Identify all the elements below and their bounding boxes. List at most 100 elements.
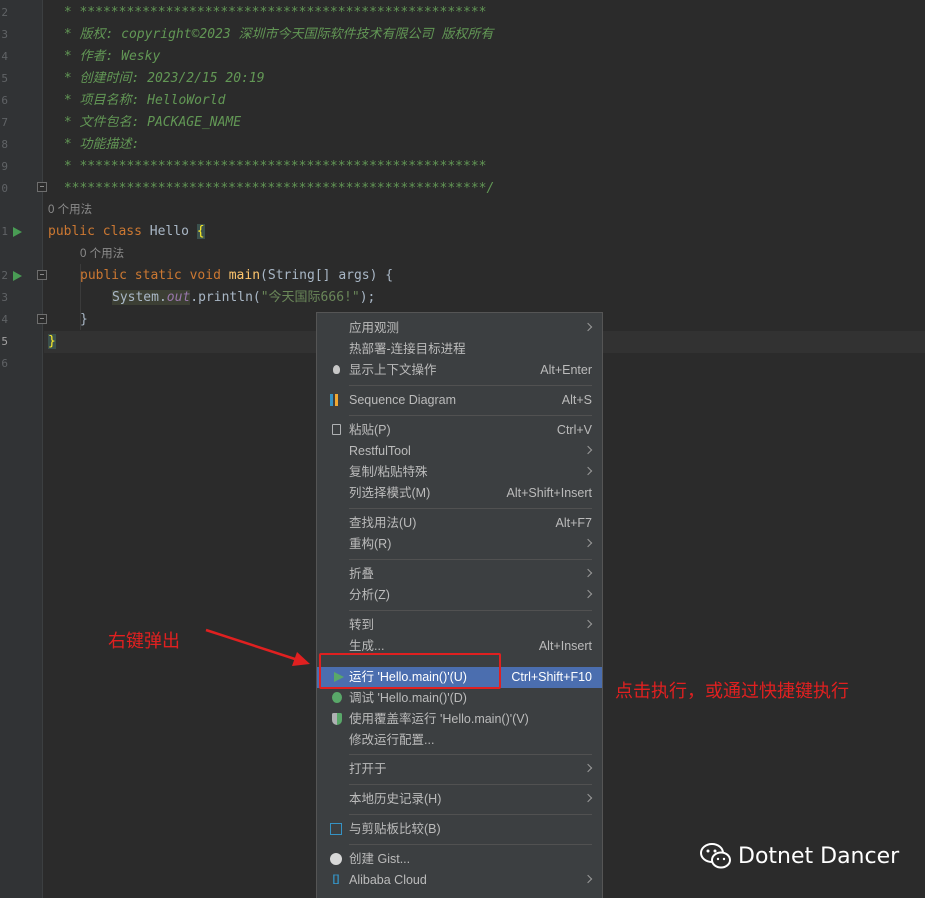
menu-item-app-observe[interactable]: 应用观测 — [317, 318, 602, 339]
lightbulb-icon — [333, 365, 340, 374]
menu-item-label: 转到 — [349, 618, 375, 632]
annotation-highlight-box — [319, 653, 501, 689]
context-menu: 应用观测 热部署-连接目标进程 显示上下文操作 Alt+Enter Sequenc… — [316, 312, 603, 898]
line-number: 0 — [1, 182, 8, 195]
menu-item-label: 修改运行配置... — [349, 733, 435, 747]
annotation-right-click: 右键弹出 — [108, 631, 180, 652]
method-declaration: public static void main(String[] args) { — [80, 265, 393, 287]
menu-item-label: 重构(R) — [349, 537, 392, 551]
menu-separator — [349, 844, 592, 845]
menu-item-create-gist[interactable]: 创建 Gist... — [317, 849, 602, 870]
submenu-arrow-icon — [583, 619, 593, 629]
line-number: 3 — [1, 291, 8, 304]
line-number: 1 — [1, 225, 8, 238]
line-number: 6 — [1, 94, 8, 107]
submenu-arrow-icon — [583, 793, 593, 803]
paste-icon — [332, 424, 341, 435]
keyword: static — [134, 268, 182, 283]
debug-bug-icon — [332, 692, 342, 703]
menu-item-column-select[interactable]: 列选择模式(M) Alt+Shift+Insert — [317, 483, 602, 504]
submenu-arrow-icon — [583, 874, 593, 884]
menu-separator — [349, 385, 592, 386]
line-number: 2 — [1, 6, 8, 19]
line-number: 4 — [1, 50, 8, 63]
menu-item-label: 分析(Z) — [349, 588, 390, 602]
menu-item-shortcut: Alt+Shift+Insert — [506, 486, 592, 500]
menu-item-goto[interactable]: 转到 — [317, 615, 602, 636]
menu-item-label: 显示上下文操作 — [349, 363, 437, 377]
submenu-arrow-icon — [583, 466, 593, 476]
submenu-arrow-icon — [583, 568, 593, 578]
menu-item-find-usages[interactable]: 查找用法(U) Alt+F7 — [317, 513, 602, 534]
menu-item-label: 使用覆盖率运行 'Hello.main()'(V) — [349, 712, 529, 726]
comment-line: * 项目名称: HelloWorld — [56, 93, 226, 108]
menu-item-label: 粘贴(P) — [349, 423, 391, 437]
menu-item-alibaba-cloud[interactable]: [] Alibaba Cloud — [317, 870, 602, 891]
menu-item-run-coverage[interactable]: 使用覆盖率运行 'Hello.main()'(V) — [317, 709, 602, 730]
menu-item-shortcut: Ctrl+Shift+F10 — [511, 670, 592, 684]
comment-line: * **************************************… — [56, 5, 487, 20]
run-method-gutter-icon[interactable] — [13, 271, 22, 281]
watermark-text: Dotnet Dancer — [738, 843, 900, 869]
menu-item-refactor[interactable]: 重构(R) — [317, 534, 602, 555]
menu-item-shortcut: Ctrl+V — [556, 423, 592, 437]
annotation-click-run: 点击执行，或通过快捷键执行 — [615, 681, 849, 702]
println-statement: System.out.println("今天国际666!"); — [112, 287, 375, 309]
method-params: (String[] args) { — [260, 268, 394, 283]
wechat-icon — [700, 843, 731, 869]
menu-item-hot-deploy[interactable]: 热部署-连接目标进程 — [317, 339, 602, 360]
menu-item-local-history[interactable]: 本地历史记录(H) — [317, 789, 602, 810]
menu-item-analyze[interactable]: 分析(Z) — [317, 585, 602, 606]
comment-line: * 创建时间: 2023/2/15 20:19 — [56, 71, 265, 86]
menu-item-label: 复制/粘贴特殊 — [349, 465, 428, 479]
comment-line: * 作者: Wesky — [56, 49, 161, 64]
editor-gutter: 2 3 4 5 6 7 8 9 0 1 2 3 4 5 6 — [0, 0, 47, 898]
statement-end: ); — [359, 290, 376, 305]
string-literal: "今天国际666!" — [260, 290, 360, 305]
menu-item-open-in[interactable]: 打开于 — [317, 759, 602, 780]
menu-item-label: Alibaba Cloud — [349, 873, 427, 887]
method-close-brace: } — [80, 312, 88, 327]
submenu-arrow-icon — [583, 322, 593, 332]
menu-separator — [349, 508, 592, 509]
line-number-current: 5 — [1, 335, 8, 348]
menu-item-sequence-diagram[interactable]: Sequence Diagram Alt+S — [317, 390, 602, 411]
line-number: 3 — [1, 28, 8, 41]
menu-item-debug-main[interactable]: 调试 'Hello.main()'(D) — [317, 688, 602, 709]
annotation-arrow-icon — [205, 628, 310, 666]
menu-item-compare-clipboard[interactable]: 与剪贴板比较(B) — [317, 819, 602, 840]
usages-hint[interactable]: 0 个用法 — [48, 200, 92, 220]
menu-separator — [349, 559, 592, 560]
keyword: public — [48, 224, 95, 239]
brace-open: { — [196, 224, 205, 239]
menu-item-copy-paste-special[interactable]: 复制/粘贴特殊 — [317, 462, 602, 483]
menu-item-label: 创建 Gist... — [349, 852, 411, 866]
menu-separator — [349, 415, 592, 416]
class-declaration: public class Hello { — [48, 221, 205, 243]
menu-item-folding[interactable]: 折叠 — [317, 564, 602, 585]
system-class: System — [112, 290, 159, 305]
menu-item-shortcut: Alt+F7 — [555, 516, 592, 530]
usages-hint[interactable]: 0 个用法 — [80, 244, 124, 264]
menu-item-restfultool[interactable]: RestfulTool — [317, 441, 602, 462]
line-number: 8 — [1, 138, 8, 151]
compare-clipboard-icon — [330, 823, 342, 835]
github-icon — [330, 853, 342, 865]
submenu-arrow-icon — [583, 763, 593, 773]
println-call: .println( — [190, 290, 261, 305]
menu-item-context-actions[interactable]: 显示上下文操作 Alt+Enter — [317, 360, 602, 381]
out-field: out — [166, 290, 191, 305]
menu-item-paste[interactable]: 粘贴(P) Ctrl+V — [317, 420, 602, 441]
menu-item-label: RestfulTool — [349, 444, 411, 458]
keyword: public — [80, 268, 127, 283]
menu-separator — [349, 754, 592, 755]
submenu-arrow-icon — [583, 445, 593, 455]
menu-item-modify-run-config[interactable]: 修改运行配置... — [317, 730, 602, 751]
run-class-gutter-icon[interactable] — [13, 227, 22, 237]
menu-separator — [349, 784, 592, 785]
menu-item-shortcut: Alt+Insert — [538, 639, 592, 653]
comment-line: * **************************************… — [56, 159, 487, 174]
submenu-arrow-icon — [583, 589, 593, 599]
submenu-arrow-icon — [583, 538, 593, 548]
alibaba-cloud-icon: [] — [332, 874, 340, 885]
